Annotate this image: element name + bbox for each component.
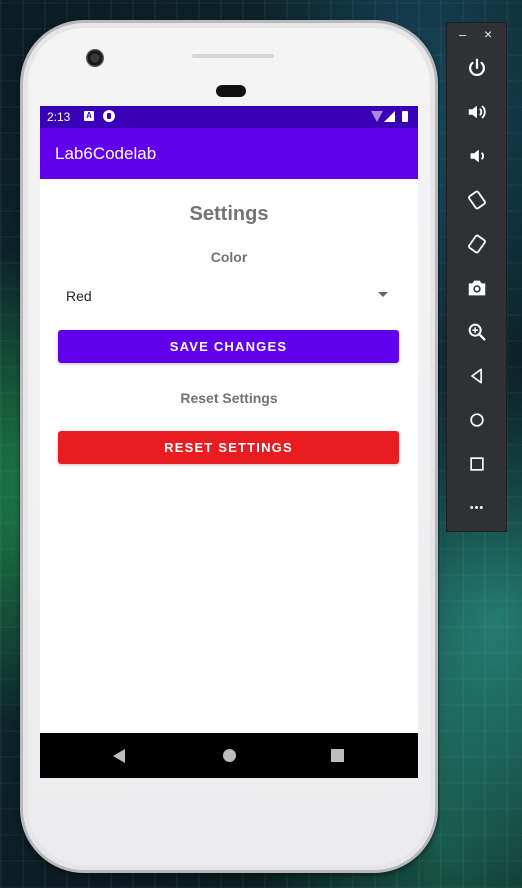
status-bar: 2:13 A [40, 106, 418, 128]
home-icon[interactable] [463, 406, 491, 434]
nav-overview-icon[interactable] [331, 749, 344, 762]
toolbar-window-controls: – × [447, 23, 506, 47]
signal-icon [384, 111, 395, 122]
nav-home-icon[interactable] [223, 749, 236, 762]
device-screen: 2:13 A Lab6Codelab Settings Color Red SA… [40, 106, 418, 778]
volume-up-icon[interactable] [463, 98, 491, 126]
power-icon[interactable] [463, 54, 491, 82]
status-time: 2:13 [47, 110, 71, 124]
app-title: Lab6Codelab [55, 144, 157, 163]
more-icon[interactable]: ••• [463, 494, 491, 522]
earpiece [216, 85, 246, 97]
rotate-left-icon[interactable] [463, 186, 491, 214]
camera-icon[interactable] [463, 274, 491, 302]
color-spinner[interactable]: Red [58, 281, 400, 309]
notification-a-icon: A [84, 111, 94, 121]
battery-icon [402, 111, 408, 122]
speaker-grille [192, 54, 274, 58]
zoom-icon[interactable] [463, 318, 491, 346]
navigation-bar [40, 733, 418, 778]
overview-icon[interactable] [463, 450, 491, 478]
rotate-right-icon[interactable] [463, 230, 491, 258]
wifi-icon [371, 111, 383, 122]
color-label: Color [210, 249, 248, 265]
close-icon[interactable]: × [484, 26, 492, 42]
app-bar: Lab6Codelab [40, 128, 418, 179]
volume-down-icon[interactable] [463, 142, 491, 170]
notification-app-icon [103, 110, 115, 122]
save-changes-button[interactable]: SAVE CHANGES [58, 330, 399, 363]
emulator-toolbar: – × ••• [446, 22, 507, 532]
reset-settings-label: Reset Settings [180, 390, 278, 406]
reset-settings-button[interactable]: RESET SETTINGS [58, 431, 399, 464]
front-camera [86, 49, 104, 67]
page-title: Settings [189, 203, 269, 225]
minimize-icon[interactable]: – [459, 27, 466, 42]
color-spinner-value: Red [66, 288, 92, 304]
back-icon[interactable] [463, 362, 491, 390]
nav-back-icon[interactable] [113, 749, 125, 763]
dropdown-arrow-icon [378, 292, 388, 297]
